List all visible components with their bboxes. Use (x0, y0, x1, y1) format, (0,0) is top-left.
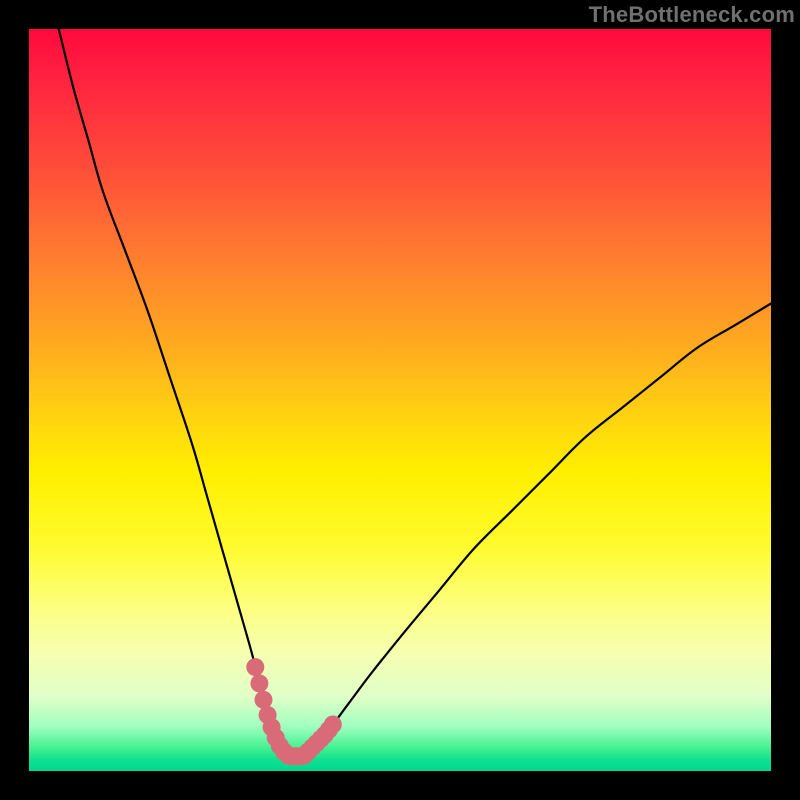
attribution-text: TheBottleneck.com (589, 2, 795, 28)
bottleneck-curve (59, 29, 771, 757)
curve-layer (29, 29, 771, 771)
chart-frame: TheBottleneck.com (0, 0, 800, 800)
plot-area (29, 29, 771, 771)
highlight-dot (255, 691, 273, 709)
highlight-dots (246, 658, 341, 765)
highlight-dot (250, 674, 268, 692)
highlight-dot (246, 658, 264, 676)
highlight-dot (324, 716, 342, 734)
